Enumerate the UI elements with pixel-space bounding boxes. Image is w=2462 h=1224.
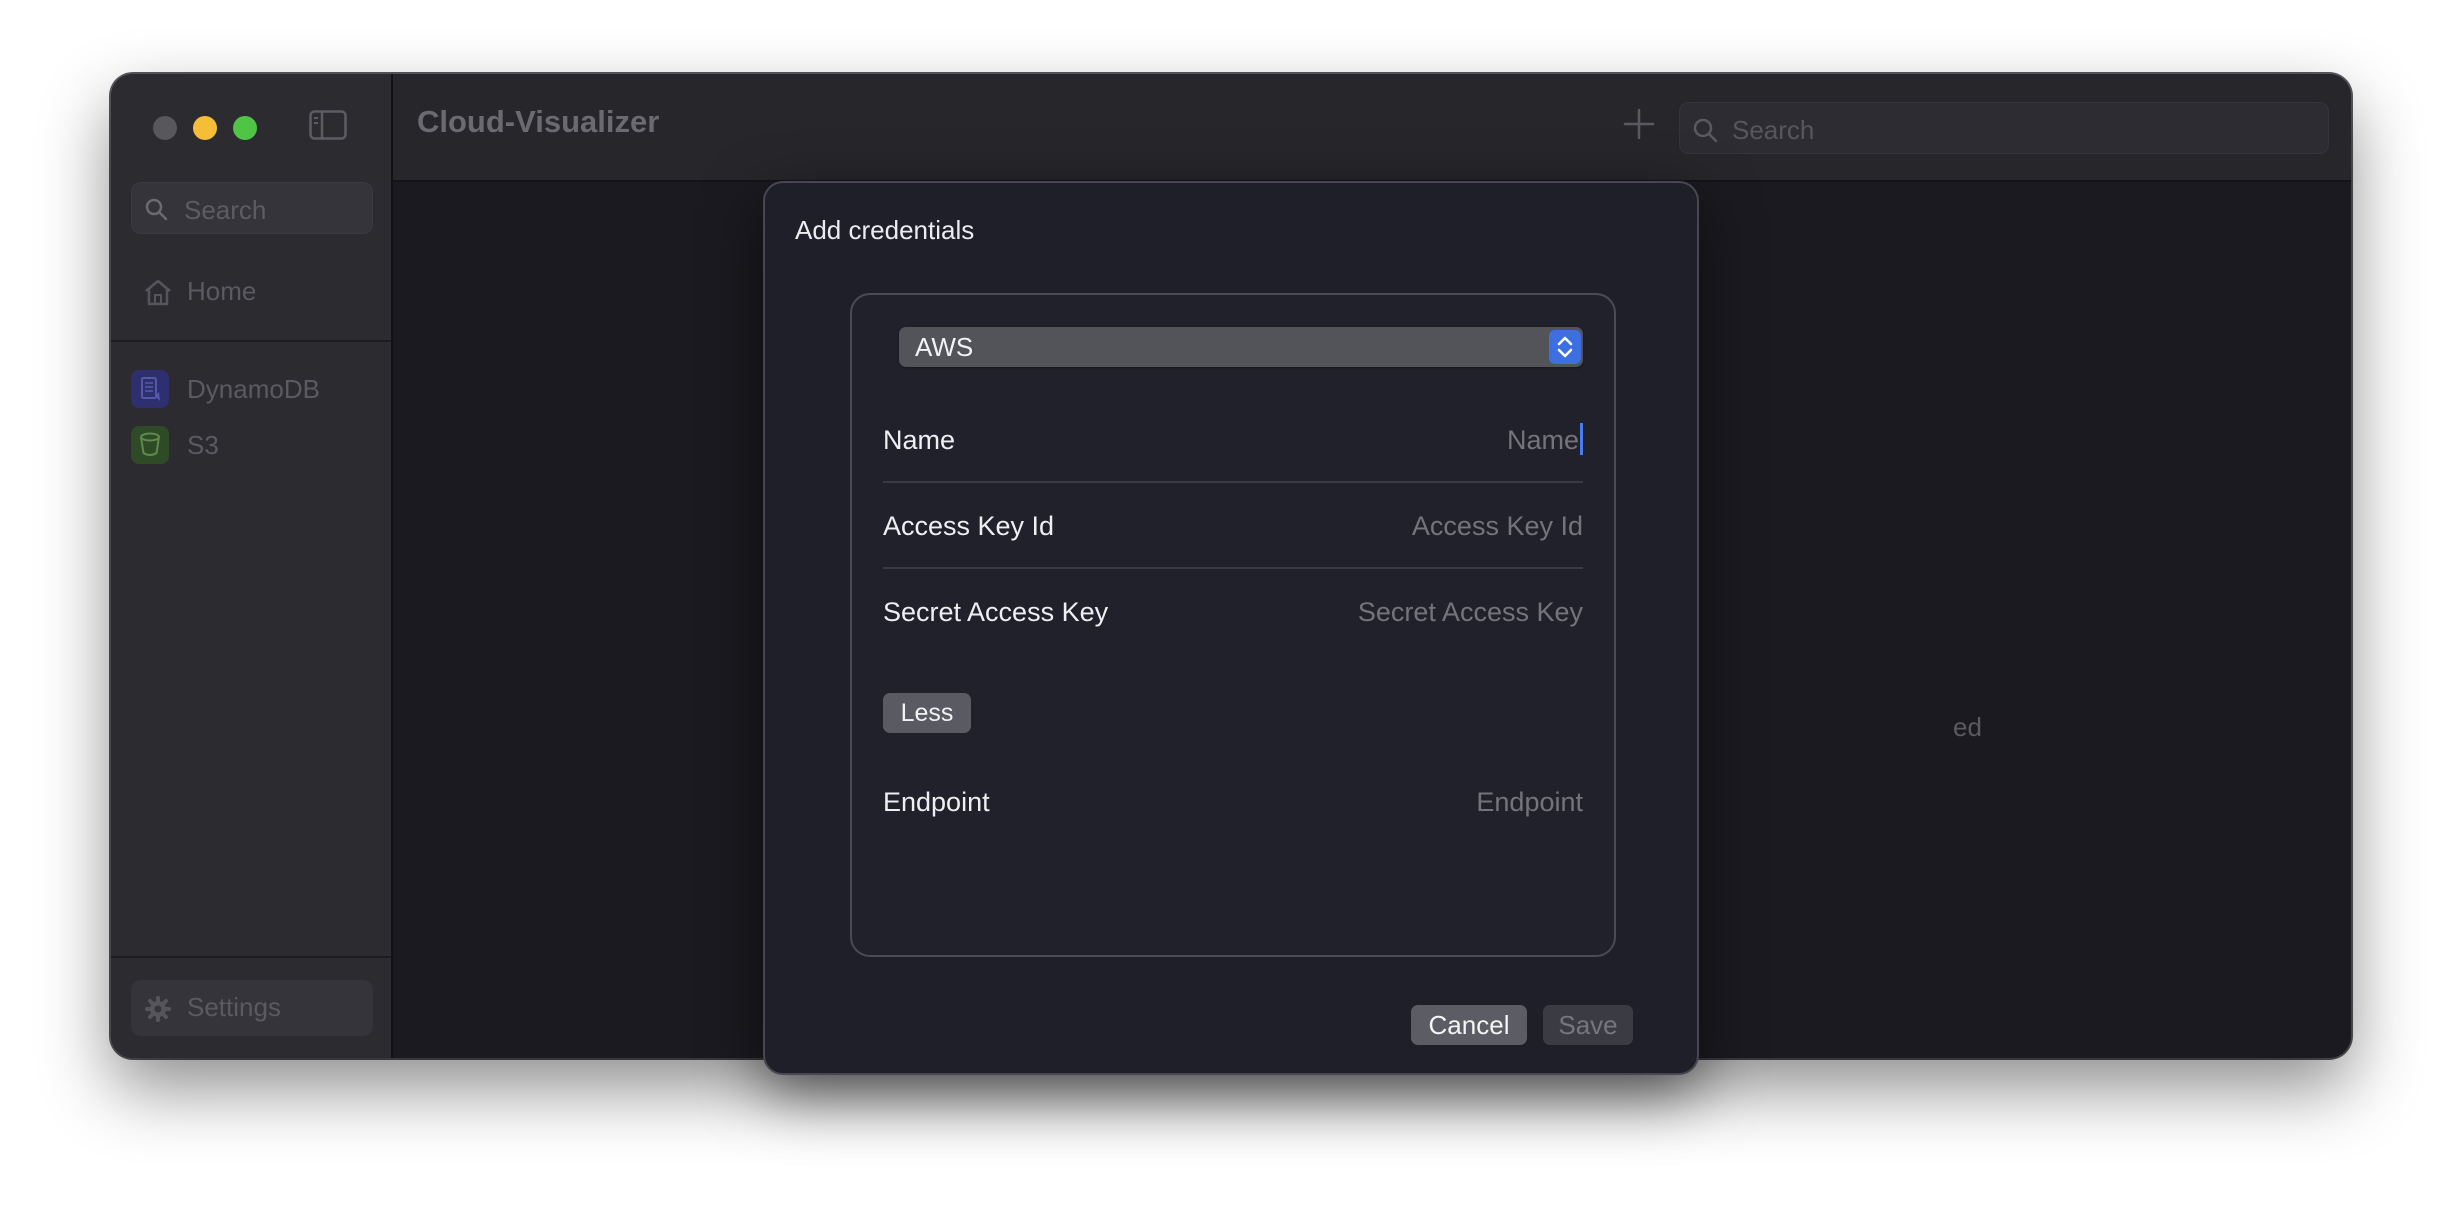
secret-access-key-label: Secret Access Key	[883, 597, 1109, 627]
search-icon	[144, 197, 168, 221]
secret-access-key-row: Secret Access Key Secret Access Key	[883, 587, 1583, 637]
sidebar-item-home[interactable]: Home	[131, 270, 371, 314]
sidebar-toggle-icon[interactable]	[309, 110, 347, 140]
endpoint-label: Endpoint	[883, 787, 990, 817]
access-key-id-label: Access Key Id	[883, 511, 1055, 541]
app-title: Cloud-Visualizer	[417, 104, 660, 139]
sidebar-item-label: Home	[187, 276, 257, 306]
endpoint-field[interactable]: Endpoint	[1476, 787, 1583, 818]
settings-label: Settings	[187, 992, 281, 1022]
s3-bucket-icon	[131, 426, 169, 464]
window-minimize-button[interactable]	[193, 116, 217, 140]
sidebar-item-dynamodb[interactable]: DynamoDB	[131, 368, 371, 412]
provider-select-value: AWS	[915, 332, 974, 362]
toolbar-search-input[interactable]: Search	[1679, 102, 2329, 154]
window-maximize-button[interactable]	[233, 116, 257, 140]
provider-select[interactable]: AWS	[899, 327, 1583, 367]
add-credentials-dialog: Add credentials AWS Name Name Access Key…	[763, 181, 1699, 1075]
sidebar-search-placeholder: Search	[184, 195, 267, 225]
name-field-label: Name	[883, 425, 956, 455]
dialog-title: Add credentials	[795, 215, 975, 245]
background-partial-text: ed	[1953, 712, 1982, 742]
cancel-button[interactable]: Cancel	[1411, 1005, 1527, 1045]
sidebar: Search Home DynamoDB S3 Settings	[111, 74, 393, 1058]
endpoint-row: Endpoint Endpoint	[883, 777, 1583, 827]
chevron-up-down-icon	[1549, 330, 1581, 364]
add-icon[interactable]	[1619, 104, 1659, 144]
less-button[interactable]: Less	[883, 693, 971, 733]
toolbar: Cloud-Visualizer Search	[393, 74, 2351, 182]
text-cursor	[1580, 423, 1583, 455]
save-button[interactable]: Save	[1543, 1005, 1633, 1045]
sidebar-item-label: S3	[187, 430, 219, 460]
gear-icon	[145, 996, 171, 1022]
window-close-button[interactable]	[153, 116, 177, 140]
settings-button[interactable]: Settings	[131, 980, 373, 1036]
sidebar-item-s3[interactable]: S3	[131, 424, 371, 468]
name-field[interactable]: Name	[1507, 425, 1579, 456]
access-key-id-row: Access Key Id Access Key Id	[883, 501, 1583, 551]
search-icon	[1692, 117, 1718, 143]
sidebar-divider	[111, 340, 391, 342]
sidebar-search-input[interactable]: Search	[131, 182, 373, 234]
field-divider	[883, 567, 1583, 569]
sidebar-item-label: DynamoDB	[187, 374, 320, 404]
access-key-id-field[interactable]: Access Key Id	[1412, 511, 1583, 542]
home-icon	[143, 278, 173, 311]
sidebar-divider	[111, 956, 391, 958]
credentials-form: AWS Name Name Access Key Id Access Key I…	[850, 293, 1616, 957]
dynamodb-icon	[131, 370, 169, 408]
toolbar-search-placeholder: Search	[1732, 115, 1815, 145]
field-divider	[883, 481, 1583, 483]
name-field-row: Name Name	[883, 415, 1583, 465]
secret-access-key-field[interactable]: Secret Access Key	[1358, 597, 1583, 628]
